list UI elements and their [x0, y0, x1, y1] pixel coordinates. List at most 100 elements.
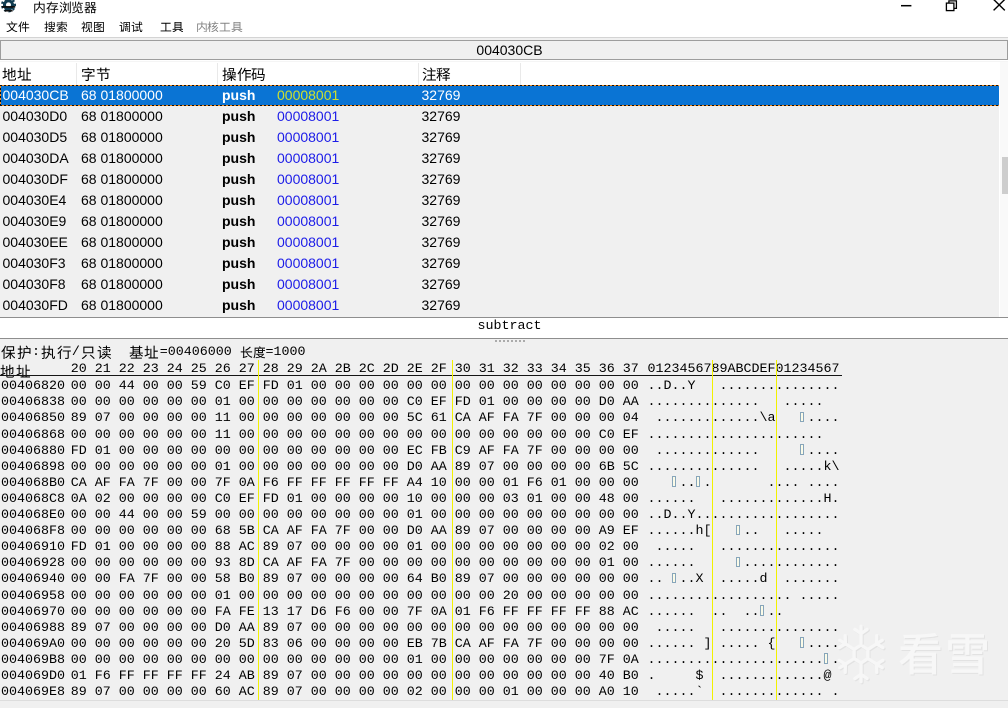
hex-byte[interactable]: 04 — [623, 411, 639, 427]
hex-byte[interactable]: 00 — [575, 460, 591, 476]
hex-byte[interactable]: 00 — [263, 395, 279, 411]
menu-item-6[interactable] — [196, 21, 243, 39]
hex-byte[interactable]: CA — [263, 524, 279, 540]
hex-byte[interactable]: 00 — [479, 556, 495, 572]
hex-byte[interactable]: FF — [551, 605, 567, 621]
hex-byte[interactable]: 00 — [383, 605, 399, 621]
hex-byte[interactable]: 83 — [263, 637, 279, 653]
hex-byte[interactable]: 00 — [455, 669, 471, 685]
hex-byte[interactable]: 00 — [383, 540, 399, 556]
hex-byte[interactable]: 00 — [287, 395, 303, 411]
hex-byte[interactable]: 48 — [599, 492, 615, 508]
hex-byte[interactable]: 00 — [359, 589, 375, 605]
hex-byte[interactable]: 00 — [575, 379, 591, 395]
hex-row[interactable]: 00406928 00 00 00 00 00 00 93 8D CA AF FA 7F 00 00 00 00… — [0, 556, 1008, 572]
hex-byte[interactable]: 00 — [311, 653, 327, 669]
hex-byte[interactable]: FF — [527, 605, 543, 621]
hex-byte[interactable]: 00 — [311, 428, 327, 444]
hex-byte[interactable]: 00 — [383, 653, 399, 669]
hex-byte[interactable]: D0 — [407, 524, 423, 540]
hex-byte[interactable]: 07 — [287, 669, 303, 685]
hex-byte[interactable]: 00 — [263, 508, 279, 524]
column-header[interactable] — [81, 67, 110, 85]
hex-byte[interactable]: CA — [71, 476, 87, 492]
hex-byte[interactable]: 7F — [335, 524, 351, 540]
hex-byte[interactable]: 00 — [311, 637, 327, 653]
hex-byte[interactable]: 00 — [143, 685, 159, 701]
hex-row[interactable]: 004069B8 00 00 00 00 00 00 00 00 00 00 00 00 00 00 01 00… — [0, 653, 1008, 669]
hex-byte[interactable]: 7F — [527, 444, 543, 460]
hex-byte[interactable]: 00 — [455, 540, 471, 556]
disassembly-row[interactable]: 004030DA 68 01800000 push 00008001 32769 — [0, 148, 1006, 169]
hex-byte[interactable]: 00 — [239, 444, 255, 460]
hex-byte[interactable]: 10 — [407, 492, 423, 508]
hex-byte[interactable]: EF — [239, 492, 255, 508]
hex-byte[interactable]: 44 — [119, 379, 135, 395]
hex-byte[interactable]: 00 — [383, 572, 399, 588]
hex-byte[interactable]: 00 — [215, 508, 231, 524]
hex-byte[interactable]: 02 — [407, 685, 423, 701]
hex-byte[interactable]: 00 — [143, 556, 159, 572]
hex-byte[interactable]: 7F — [335, 556, 351, 572]
hex-byte[interactable]: 00 — [575, 556, 591, 572]
hex-byte[interactable]: 00 — [263, 411, 279, 427]
hex-byte[interactable]: 00 — [623, 379, 639, 395]
hex-byte[interactable]: 00 — [503, 669, 519, 685]
hex-byte[interactable]: FF — [335, 476, 351, 492]
hex-byte[interactable]: 0A — [431, 605, 447, 621]
hex-byte[interactable]: 00 — [431, 653, 447, 669]
hex-row[interactable]: 00406988 89 07 00 00 00 00 D0 AA 89 07 00 00 00 00 00 00… — [0, 621, 1008, 637]
hex-row[interactable]: 004069D0 01 F6 FF FF FF FF 24 AB 89 07 00 00 00 00 00 00… — [0, 669, 1008, 685]
hex-byte[interactable]: 00 — [383, 685, 399, 701]
hex-byte[interactable]: FD — [71, 444, 87, 460]
hex-byte[interactable]: 00 — [167, 476, 183, 492]
hex-byte[interactable]: 00 — [527, 524, 543, 540]
hex-byte[interactable]: 00 — [287, 589, 303, 605]
disassembly-row[interactable]: 004030D5 68 01800000 push 00008001 32769 — [0, 127, 1006, 148]
hex-byte[interactable]: 00 — [167, 572, 183, 588]
hex-byte[interactable]: 00 — [239, 395, 255, 411]
hex-byte[interactable]: 00 — [623, 589, 639, 605]
hex-byte[interactable]: 00 — [575, 653, 591, 669]
hex-byte[interactable]: 00 — [359, 572, 375, 588]
hex-byte[interactable]: 00 — [479, 492, 495, 508]
hex-byte[interactable]: 00 — [575, 395, 591, 411]
hex-byte[interactable]: 00 — [527, 572, 543, 588]
hex-byte[interactable]: 00 — [71, 524, 87, 540]
disassembly-row[interactable]: 004030D0 68 01800000 push 00008001 32769 — [0, 106, 1006, 127]
hex-byte[interactable]: 00 — [335, 589, 351, 605]
hex-byte[interactable]: 00 — [335, 428, 351, 444]
hex-byte[interactable]: 01 — [71, 669, 87, 685]
hex-byte[interactable]: 00 — [455, 476, 471, 492]
hex-byte[interactable]: 00 — [575, 589, 591, 605]
hex-byte[interactable]: D0 — [407, 460, 423, 476]
hex-byte[interactable]: 00 — [479, 476, 495, 492]
hex-byte[interactable]: 58 — [215, 572, 231, 588]
hex-byte[interactable]: 10 — [431, 476, 447, 492]
hex-byte[interactable]: 00 — [119, 492, 135, 508]
hex-byte[interactable]: 01 — [551, 476, 567, 492]
hex-row[interactable]: 004069E8 89 07 00 00 00 00 60 AC 89 07 00 00 00 00 02 00… — [0, 685, 1008, 701]
hex-byte[interactable]: 88 — [599, 605, 615, 621]
hex-byte[interactable]: 00 — [479, 508, 495, 524]
hex-byte[interactable]: 00 — [455, 685, 471, 701]
hex-byte[interactable]: 00 — [95, 653, 111, 669]
hex-byte[interactable]: 00 — [575, 524, 591, 540]
hex-byte[interactable]: 00 — [503, 508, 519, 524]
hex-byte[interactable]: 00 — [119, 653, 135, 669]
hex-byte[interactable]: 00 — [527, 395, 543, 411]
hex-byte[interactable]: 00 — [455, 428, 471, 444]
disassembly-row[interactable]: 004030F3 68 01800000 push 00008001 32769 — [0, 253, 1006, 274]
hex-byte[interactable]: AA — [623, 395, 639, 411]
menu-item-4[interactable] — [119, 21, 143, 39]
hex-byte[interactable]: 00 — [359, 524, 375, 540]
hex-byte[interactable]: 07 — [95, 685, 111, 701]
hex-byte[interactable]: 00 — [575, 669, 591, 685]
hex-byte[interactable]: 00 — [431, 621, 447, 637]
hex-byte[interactable]: EF — [431, 395, 447, 411]
hex-byte[interactable]: FF — [119, 669, 135, 685]
hex-byte[interactable]: 00 — [431, 428, 447, 444]
hex-byte[interactable]: 00 — [287, 508, 303, 524]
hex-byte[interactable]: 00 — [119, 540, 135, 556]
hex-byte[interactable]: 00 — [431, 685, 447, 701]
